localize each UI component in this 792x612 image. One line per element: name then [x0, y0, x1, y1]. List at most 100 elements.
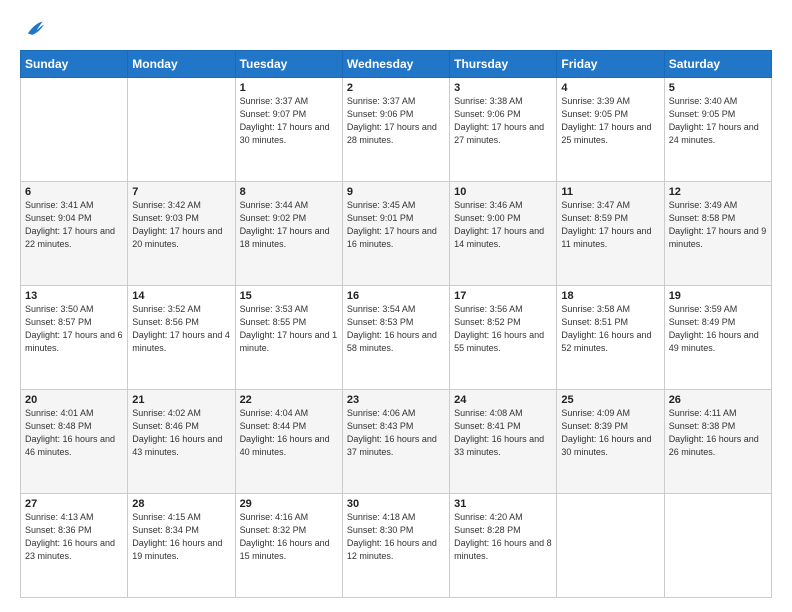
day-number: 10: [454, 186, 552, 198]
day-info: Sunrise: 3:41 AMSunset: 9:04 PMDaylight:…: [25, 199, 123, 251]
day-number: 2: [347, 82, 445, 94]
weekday-header-monday: Monday: [128, 51, 235, 78]
day-info: Sunrise: 3:50 AMSunset: 8:57 PMDaylight:…: [25, 303, 123, 355]
day-number: 7: [132, 186, 230, 198]
day-info: Sunrise: 3:47 AMSunset: 8:59 PMDaylight:…: [561, 199, 659, 251]
week-row-5: 27Sunrise: 4:13 AMSunset: 8:36 PMDayligh…: [21, 494, 772, 598]
logo: [20, 18, 44, 40]
calendar-cell: 7Sunrise: 3:42 AMSunset: 9:03 PMDaylight…: [128, 182, 235, 286]
calendar-cell: 17Sunrise: 3:56 AMSunset: 8:52 PMDayligh…: [450, 286, 557, 390]
weekday-header-thursday: Thursday: [450, 51, 557, 78]
day-number: 16: [347, 290, 445, 302]
day-info: Sunrise: 4:06 AMSunset: 8:43 PMDaylight:…: [347, 407, 445, 459]
day-info: Sunrise: 3:56 AMSunset: 8:52 PMDaylight:…: [454, 303, 552, 355]
day-info: Sunrise: 3:58 AMSunset: 8:51 PMDaylight:…: [561, 303, 659, 355]
day-info: Sunrise: 3:59 AMSunset: 8:49 PMDaylight:…: [669, 303, 767, 355]
weekday-header-sunday: Sunday: [21, 51, 128, 78]
calendar-cell: [557, 494, 664, 598]
calendar-cell: 28Sunrise: 4:15 AMSunset: 8:34 PMDayligh…: [128, 494, 235, 598]
calendar-cell: 24Sunrise: 4:08 AMSunset: 8:41 PMDayligh…: [450, 390, 557, 494]
day-number: 24: [454, 394, 552, 406]
week-row-3: 13Sunrise: 3:50 AMSunset: 8:57 PMDayligh…: [21, 286, 772, 390]
calendar-cell: [128, 78, 235, 182]
day-info: Sunrise: 3:38 AMSunset: 9:06 PMDaylight:…: [454, 95, 552, 147]
day-info: Sunrise: 4:18 AMSunset: 8:30 PMDaylight:…: [347, 511, 445, 563]
day-number: 5: [669, 82, 767, 94]
calendar-cell: 10Sunrise: 3:46 AMSunset: 9:00 PMDayligh…: [450, 182, 557, 286]
weekday-header-row: SundayMondayTuesdayWednesdayThursdayFrid…: [21, 51, 772, 78]
day-info: Sunrise: 4:11 AMSunset: 8:38 PMDaylight:…: [669, 407, 767, 459]
day-info: Sunrise: 3:54 AMSunset: 8:53 PMDaylight:…: [347, 303, 445, 355]
day-number: 13: [25, 290, 123, 302]
day-number: 20: [25, 394, 123, 406]
calendar-cell: 16Sunrise: 3:54 AMSunset: 8:53 PMDayligh…: [342, 286, 449, 390]
calendar-cell: 2Sunrise: 3:37 AMSunset: 9:06 PMDaylight…: [342, 78, 449, 182]
day-info: Sunrise: 4:16 AMSunset: 8:32 PMDaylight:…: [240, 511, 338, 563]
day-number: 17: [454, 290, 552, 302]
calendar-cell: 31Sunrise: 4:20 AMSunset: 8:28 PMDayligh…: [450, 494, 557, 598]
calendar-cell: [21, 78, 128, 182]
day-number: 22: [240, 394, 338, 406]
calendar-cell: [664, 494, 771, 598]
day-info: Sunrise: 3:42 AMSunset: 9:03 PMDaylight:…: [132, 199, 230, 251]
calendar-cell: 9Sunrise: 3:45 AMSunset: 9:01 PMDaylight…: [342, 182, 449, 286]
calendar-cell: 14Sunrise: 3:52 AMSunset: 8:56 PMDayligh…: [128, 286, 235, 390]
day-info: Sunrise: 3:37 AMSunset: 9:06 PMDaylight:…: [347, 95, 445, 147]
header: [20, 18, 772, 40]
calendar-cell: 26Sunrise: 4:11 AMSunset: 8:38 PMDayligh…: [664, 390, 771, 494]
calendar-cell: 20Sunrise: 4:01 AMSunset: 8:48 PMDayligh…: [21, 390, 128, 494]
day-number: 4: [561, 82, 659, 94]
day-info: Sunrise: 3:40 AMSunset: 9:05 PMDaylight:…: [669, 95, 767, 147]
calendar-cell: 30Sunrise: 4:18 AMSunset: 8:30 PMDayligh…: [342, 494, 449, 598]
calendar-cell: 22Sunrise: 4:04 AMSunset: 8:44 PMDayligh…: [235, 390, 342, 494]
week-row-4: 20Sunrise: 4:01 AMSunset: 8:48 PMDayligh…: [21, 390, 772, 494]
calendar-cell: 27Sunrise: 4:13 AMSunset: 8:36 PMDayligh…: [21, 494, 128, 598]
calendar-cell: 18Sunrise: 3:58 AMSunset: 8:51 PMDayligh…: [557, 286, 664, 390]
calendar-cell: 21Sunrise: 4:02 AMSunset: 8:46 PMDayligh…: [128, 390, 235, 494]
weekday-header-wednesday: Wednesday: [342, 51, 449, 78]
calendar-cell: 23Sunrise: 4:06 AMSunset: 8:43 PMDayligh…: [342, 390, 449, 494]
day-info: Sunrise: 3:37 AMSunset: 9:07 PMDaylight:…: [240, 95, 338, 147]
calendar-cell: 12Sunrise: 3:49 AMSunset: 8:58 PMDayligh…: [664, 182, 771, 286]
weekday-header-tuesday: Tuesday: [235, 51, 342, 78]
day-number: 26: [669, 394, 767, 406]
day-info: Sunrise: 4:02 AMSunset: 8:46 PMDaylight:…: [132, 407, 230, 459]
calendar-cell: 5Sunrise: 3:40 AMSunset: 9:05 PMDaylight…: [664, 78, 771, 182]
calendar-cell: 4Sunrise: 3:39 AMSunset: 9:05 PMDaylight…: [557, 78, 664, 182]
day-number: 21: [132, 394, 230, 406]
day-number: 25: [561, 394, 659, 406]
calendar-cell: 29Sunrise: 4:16 AMSunset: 8:32 PMDayligh…: [235, 494, 342, 598]
day-number: 1: [240, 82, 338, 94]
week-row-2: 6Sunrise: 3:41 AMSunset: 9:04 PMDaylight…: [21, 182, 772, 286]
day-info: Sunrise: 4:15 AMSunset: 8:34 PMDaylight:…: [132, 511, 230, 563]
day-number: 31: [454, 498, 552, 510]
day-info: Sunrise: 3:49 AMSunset: 8:58 PMDaylight:…: [669, 199, 767, 251]
day-info: Sunrise: 4:08 AMSunset: 8:41 PMDaylight:…: [454, 407, 552, 459]
calendar-cell: 13Sunrise: 3:50 AMSunset: 8:57 PMDayligh…: [21, 286, 128, 390]
day-info: Sunrise: 3:52 AMSunset: 8:56 PMDaylight:…: [132, 303, 230, 355]
day-info: Sunrise: 3:39 AMSunset: 9:05 PMDaylight:…: [561, 95, 659, 147]
weekday-header-friday: Friday: [557, 51, 664, 78]
day-info: Sunrise: 3:46 AMSunset: 9:00 PMDaylight:…: [454, 199, 552, 251]
week-row-1: 1Sunrise: 3:37 AMSunset: 9:07 PMDaylight…: [21, 78, 772, 182]
day-info: Sunrise: 4:09 AMSunset: 8:39 PMDaylight:…: [561, 407, 659, 459]
day-number: 11: [561, 186, 659, 198]
day-number: 3: [454, 82, 552, 94]
logo-bird-icon: [22, 18, 44, 40]
calendar-cell: 6Sunrise: 3:41 AMSunset: 9:04 PMDaylight…: [21, 182, 128, 286]
day-info: Sunrise: 4:13 AMSunset: 8:36 PMDaylight:…: [25, 511, 123, 563]
day-number: 6: [25, 186, 123, 198]
calendar-table: SundayMondayTuesdayWednesdayThursdayFrid…: [20, 50, 772, 598]
day-number: 18: [561, 290, 659, 302]
calendar-cell: 19Sunrise: 3:59 AMSunset: 8:49 PMDayligh…: [664, 286, 771, 390]
day-number: 28: [132, 498, 230, 510]
calendar-cell: 8Sunrise: 3:44 AMSunset: 9:02 PMDaylight…: [235, 182, 342, 286]
day-number: 12: [669, 186, 767, 198]
calendar-cell: 1Sunrise: 3:37 AMSunset: 9:07 PMDaylight…: [235, 78, 342, 182]
calendar-cell: 3Sunrise: 3:38 AMSunset: 9:06 PMDaylight…: [450, 78, 557, 182]
page: SundayMondayTuesdayWednesdayThursdayFrid…: [0, 0, 792, 612]
weekday-header-saturday: Saturday: [664, 51, 771, 78]
day-number: 29: [240, 498, 338, 510]
calendar-cell: 15Sunrise: 3:53 AMSunset: 8:55 PMDayligh…: [235, 286, 342, 390]
calendar-cell: 25Sunrise: 4:09 AMSunset: 8:39 PMDayligh…: [557, 390, 664, 494]
